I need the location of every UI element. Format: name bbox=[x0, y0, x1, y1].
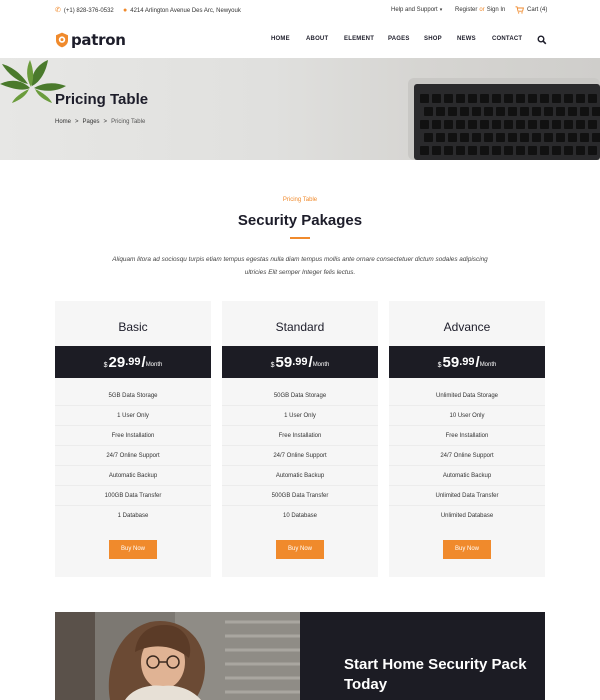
breadcrumb-separator: > bbox=[103, 119, 108, 125]
plan-name: Advance bbox=[443, 320, 491, 334]
nav-pages[interactable]: PAGES bbox=[388, 36, 410, 42]
price-decimals: .99 bbox=[292, 356, 308, 368]
plan-feature: 50GB Data Storage bbox=[222, 386, 378, 406]
nav-about[interactable]: ABOUT bbox=[306, 36, 328, 42]
breadcrumb: Home > Pages > Pricing Table bbox=[55, 119, 145, 125]
location-pin-icon: ● bbox=[123, 7, 128, 14]
main-menu: HOME ABOUT ELEMENT PAGES SHOP NEWS CONTA… bbox=[0, 36, 600, 46]
nav-news[interactable]: NEWS bbox=[457, 36, 476, 42]
plan-feature: 10 Database bbox=[282, 513, 318, 519]
title-underline bbox=[290, 237, 310, 239]
price-currency: $ bbox=[103, 362, 108, 369]
page-hero: Pricing Table Home > Pages > Pricing Tab… bbox=[0, 58, 600, 160]
breadcrumb-current: Pricing Table bbox=[111, 119, 146, 125]
plan-feature: Automatic Backup bbox=[389, 466, 545, 486]
nav-contact[interactable]: CONTACT bbox=[492, 36, 522, 42]
plan-feature: Unlimited Data Storage bbox=[389, 386, 545, 406]
buy-now-button-advance[interactable]: Buy Now bbox=[443, 540, 491, 559]
breadcrumb-separator: > bbox=[75, 119, 79, 125]
register-link[interactable]: Register bbox=[455, 7, 477, 13]
plan-feature: Automatic Backup bbox=[55, 466, 211, 486]
cta-panel: Start Home Security Pack Today bbox=[300, 612, 545, 700]
help-support-label: Help and Support bbox=[391, 7, 438, 13]
plan-feature: Unlimited Database bbox=[440, 513, 494, 519]
plan-price: $ 59 .99 / Month bbox=[222, 346, 378, 378]
plan-price: $ 29 .99 / Month bbox=[55, 346, 211, 378]
search-icon[interactable] bbox=[537, 35, 547, 45]
plan-feature: Free Installation bbox=[55, 426, 211, 446]
nav-shop[interactable]: SHOP bbox=[424, 36, 442, 42]
cta-banner: Start Home Security Pack Today bbox=[55, 612, 545, 700]
plan-feature: Free Installation bbox=[222, 426, 378, 446]
plan-feature: 1 Database bbox=[117, 513, 149, 519]
signin-link[interactable]: Sign In bbox=[487, 7, 506, 13]
main-navbar: patron HOME ABOUT ELEMENT PAGES SHOP NEW… bbox=[0, 22, 600, 58]
plan-feature: 5GB Data Storage bbox=[55, 386, 211, 406]
page-title: Pricing Table bbox=[55, 91, 149, 108]
price-amount: 59 bbox=[275, 353, 293, 371]
price-period: Month bbox=[312, 362, 330, 368]
price-currency: $ bbox=[437, 362, 442, 369]
phone-icon: ✆ bbox=[55, 7, 61, 14]
plan-feature: 24/7 Online Support bbox=[389, 446, 545, 466]
laptop-keyboard-image bbox=[408, 78, 600, 160]
pricing-card-advance: Advance $ 59 .99 / Month Unlimited Data … bbox=[389, 301, 545, 577]
breadcrumb-pages[interactable]: Pages bbox=[83, 119, 100, 125]
plan-name: Standard bbox=[275, 320, 325, 334]
phone-text: (+1) 828-376-0532 bbox=[63, 7, 114, 14]
plan-feature: 24/7 Online Support bbox=[222, 446, 378, 466]
cart-label: Cart (4) bbox=[527, 7, 548, 13]
section-description: Aliquam litora ad sociosqu turpis etiam … bbox=[112, 256, 488, 276]
plan-feature: 1 User Only bbox=[55, 406, 211, 426]
plan-feature: 10 User Only bbox=[389, 406, 545, 426]
price-period: Month bbox=[145, 362, 163, 368]
plan-feature: Unlimited Data Transfer bbox=[389, 486, 545, 506]
woman-photo bbox=[55, 612, 300, 700]
nav-home[interactable]: HOME bbox=[271, 36, 290, 42]
plan-feature: 1 User Only bbox=[222, 406, 378, 426]
price-decimals: .99 bbox=[125, 356, 141, 368]
plan-feature: 500GB Data Transfer bbox=[222, 486, 378, 506]
plan-feature: 24/7 Online Support bbox=[55, 446, 211, 466]
cart-link[interactable]: Cart (4) bbox=[515, 6, 547, 14]
nav-element[interactable]: ELEMENT bbox=[344, 36, 374, 42]
price-amount: 59 bbox=[442, 353, 460, 371]
cta-title: Start Home Security Pack Today bbox=[344, 656, 527, 693]
plan-feature: Automatic Backup bbox=[222, 466, 378, 486]
buy-now-button-basic[interactable]: Buy Now bbox=[109, 540, 157, 559]
plan-feature: Free Installation bbox=[389, 426, 545, 446]
chevron-down-icon: ▾ bbox=[439, 7, 443, 13]
plan-feature: 100GB Data Transfer bbox=[55, 486, 211, 506]
price-period: Month bbox=[479, 362, 497, 368]
pricing-card-standard: Standard $ 59 .99 / Month 50GB Data Stor… bbox=[222, 301, 378, 577]
help-support-dropdown[interactable]: Help and Support ▾ bbox=[391, 7, 442, 13]
buy-now-button-standard[interactable]: Buy Now bbox=[276, 540, 324, 559]
address-text: 4214 Arlington Avenue Des Arc, Newyouk bbox=[130, 7, 241, 14]
section-eyebrow: Pricing Table bbox=[282, 197, 318, 203]
top-phone[interactable]: ✆ (+1) 828-376-0532 bbox=[55, 7, 114, 14]
price-amount: 29 bbox=[108, 353, 126, 371]
plan-price: $ 59 .99 / Month bbox=[389, 346, 545, 378]
top-address: ● 4214 Arlington Avenue Des Arc, Newyouk bbox=[123, 7, 241, 14]
price-currency: $ bbox=[270, 362, 275, 369]
pricing-card-basic: Basic $ 29 .99 / Month 5GB Data Storage … bbox=[55, 301, 211, 577]
breadcrumb-home[interactable]: Home bbox=[55, 119, 71, 125]
price-decimals: .99 bbox=[459, 356, 475, 368]
or-text: or bbox=[479, 7, 485, 13]
auth-links: Register or Sign In bbox=[455, 7, 505, 13]
section-title: Security Pakages bbox=[237, 212, 363, 229]
top-bar: ✆ (+1) 828-376-0532 ● 4214 Arlington Ave… bbox=[0, 0, 600, 22]
plan-name: Basic bbox=[118, 320, 148, 334]
cart-icon bbox=[515, 6, 524, 14]
